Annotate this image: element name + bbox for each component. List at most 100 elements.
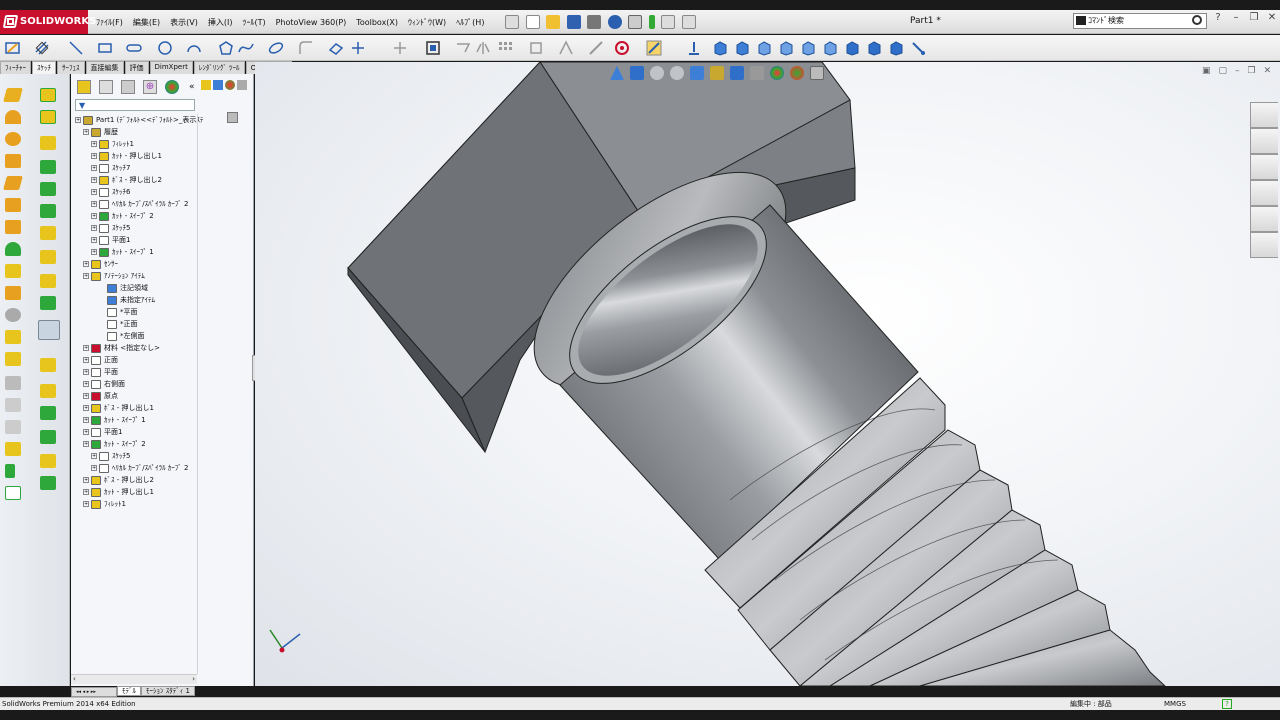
tree-item[interactable]: + ﾍﾘｶﾙ ｶｰﾌﾞ/ｽﾊﾟｲﾗﾙ ｶｰﾌﾞ 2	[91, 462, 189, 474]
rapid-sketch-icon[interactable]	[646, 40, 662, 56]
tree-item[interactable]: + 平面1	[83, 426, 122, 438]
close-icon[interactable]: ✕	[1266, 12, 1278, 26]
tree-item[interactable]: + 原点	[83, 390, 118, 402]
search-icon[interactable]	[1192, 15, 1202, 25]
custom-properties-icon[interactable]	[1250, 232, 1278, 258]
offset-icon[interactable]	[455, 40, 471, 56]
tree-item[interactable]: + ﾌｨﾚｯﾄ1	[83, 498, 126, 510]
tab-nav-arrows-icon[interactable]: ◂◂ ◂ ▸ ▸▸	[71, 687, 117, 697]
curves-icon[interactable]	[5, 486, 21, 500]
appearances-scenes-icon[interactable]	[1250, 206, 1278, 232]
unit-system[interactable]: MMGS	[1164, 698, 1186, 710]
tree-item[interactable]: +未指定ｱｲﾃﾑ	[99, 294, 155, 306]
move-face-icon[interactable]	[40, 226, 56, 240]
expand-toggle-icon[interactable]: +	[83, 501, 89, 507]
tree-item[interactable]: +*正面	[99, 318, 138, 330]
swept-cut-icon[interactable]	[5, 242, 21, 256]
wrap-icon[interactable]	[5, 376, 21, 390]
projected-curve-icon[interactable]	[40, 454, 56, 468]
expand-toggle-icon[interactable]: +	[83, 261, 89, 267]
dome-icon[interactable]	[5, 442, 21, 456]
solidworks-logo[interactable]: SOLIDWORKS	[0, 10, 96, 34]
curve-through-points-icon[interactable]	[40, 274, 56, 288]
configuration-manager-tab-icon[interactable]	[121, 80, 135, 94]
minimize-icon[interactable]: –	[1230, 12, 1242, 26]
hex-bolt-model[interactable]	[255, 62, 1280, 686]
circle-icon[interactable]	[157, 40, 173, 56]
menu-item[interactable]: PhotoView 360(P)	[276, 18, 347, 27]
scroll-right-icon[interactable]: ›	[192, 675, 195, 683]
convert-entities-icon[interactable]	[425, 40, 441, 56]
zoom-icon[interactable]	[670, 66, 684, 80]
help-menu-icon[interactable]: ?	[1212, 12, 1224, 26]
tree-item[interactable]: + ﾌｨﾚｯﾄ1	[91, 138, 134, 150]
mirror-tool-icon[interactable]	[40, 182, 56, 196]
expand-toggle-icon[interactable]: +	[83, 273, 89, 279]
expand-toggle-icon[interactable]: +	[91, 453, 97, 459]
tree-item[interactable]: + ｶｯﾄ - ｽｲｰﾌﾟ 2	[83, 438, 146, 450]
mirror-icon[interactable]	[475, 40, 491, 56]
expand-toggle-icon[interactable]: +	[83, 393, 89, 399]
view-top-icon[interactable]	[800, 40, 816, 56]
expand-toggle-icon[interactable]: +	[83, 381, 89, 387]
ellipse-icon[interactable]	[268, 40, 284, 56]
decals-icon[interactable]	[237, 80, 247, 90]
plane-sketch-icon[interactable]	[328, 40, 344, 56]
section-view-icon[interactable]	[690, 66, 704, 80]
menu-item[interactable]: 表示(V)	[170, 17, 198, 28]
command-tab[interactable]: ｻｰﾌｪｽ	[57, 61, 85, 74]
view-right-icon[interactable]	[778, 40, 794, 56]
linear-pattern-tool-icon[interactable]	[40, 136, 56, 150]
menu-item[interactable]: ﾂｰﾙ(T)	[242, 17, 265, 28]
view-orientation-hud-icon[interactable]	[710, 66, 724, 80]
scroll-left-icon[interactable]: ‹	[73, 675, 76, 683]
viewport-split-icon[interactable]: ▣	[1202, 66, 1211, 76]
dimxpert-manager-tab-icon[interactable]: ⊕	[143, 80, 157, 94]
expand-toggle-icon[interactable]: +	[83, 357, 89, 363]
tree-item[interactable]: + ｶｯﾄ - 押し出し1	[91, 150, 162, 162]
expand-toggle-icon[interactable]: +	[83, 405, 89, 411]
view-bottom-icon[interactable]	[822, 40, 838, 56]
display-style-icon[interactable]	[730, 66, 744, 80]
previous-view-icon[interactable]	[610, 66, 624, 80]
file-explorer-icon[interactable]	[1250, 154, 1278, 180]
zoom-to-fit-icon[interactable]	[630, 66, 644, 80]
tree-item[interactable]: +*左側面	[99, 330, 145, 342]
file-properties-icon[interactable]	[661, 15, 676, 29]
expand-toggle-icon[interactable]: +	[83, 489, 89, 495]
expand-toggle-icon[interactable]: +	[83, 345, 89, 351]
menu-item[interactable]: Toolbox(X)	[356, 18, 398, 27]
slot-icon[interactable]	[126, 40, 142, 56]
extruded-boss-icon[interactable]	[3, 88, 23, 102]
composite-curve-icon[interactable]	[40, 430, 56, 444]
tree-item[interactable]: + 材料 <指定なし>	[83, 342, 160, 354]
boundary-boss-icon[interactable]	[3, 176, 23, 190]
command-tab[interactable]: ﾌｨｰﾁｬｰ	[0, 61, 31, 74]
face-curves-icon[interactable]	[40, 406, 56, 420]
move-entities-icon[interactable]	[528, 40, 544, 56]
spline-icon[interactable]	[238, 40, 254, 56]
repair-sketch-icon[interactable]	[588, 40, 604, 56]
command-search-input[interactable]: ｺﾏﾝﾄﾞ検索	[1073, 13, 1207, 29]
command-tab[interactable]: ﾚﾝﾀﾞﾘﾝｸﾞ ﾂｰﾙ	[193, 61, 245, 74]
expand-toggle-icon[interactable]: +	[75, 117, 81, 123]
tree-item[interactable]: + 平面1	[91, 234, 130, 246]
quick-snaps-icon[interactable]	[614, 40, 630, 56]
expand-toggle-icon[interactable]: +	[91, 177, 97, 183]
tree-item[interactable]: + ｽｹｯﾁ5	[91, 450, 130, 462]
expand-toggle-icon[interactable]: +	[91, 213, 97, 219]
split-line-icon[interactable]	[40, 250, 56, 264]
draft-icon[interactable]	[5, 420, 21, 434]
view-dimetric-icon[interactable]	[888, 40, 904, 56]
linear-pattern-icon[interactable]	[497, 40, 513, 56]
view-palette-icon[interactable]	[1250, 180, 1278, 206]
sketch-fillet-icon[interactable]	[298, 40, 314, 56]
pin-icon[interactable]	[505, 15, 519, 29]
hide-show-items-icon[interactable]	[750, 66, 764, 80]
expand-toggle-icon[interactable]: +	[83, 369, 89, 375]
tree-item[interactable]: + 右側面	[83, 378, 125, 390]
tree-item[interactable]: + ｶｯﾄ - 押し出し1	[83, 486, 154, 498]
expand-toggle-icon[interactable]: +	[91, 249, 97, 255]
auto-hide-icon[interactable]	[201, 80, 211, 90]
arc-icon[interactable]	[186, 40, 202, 56]
